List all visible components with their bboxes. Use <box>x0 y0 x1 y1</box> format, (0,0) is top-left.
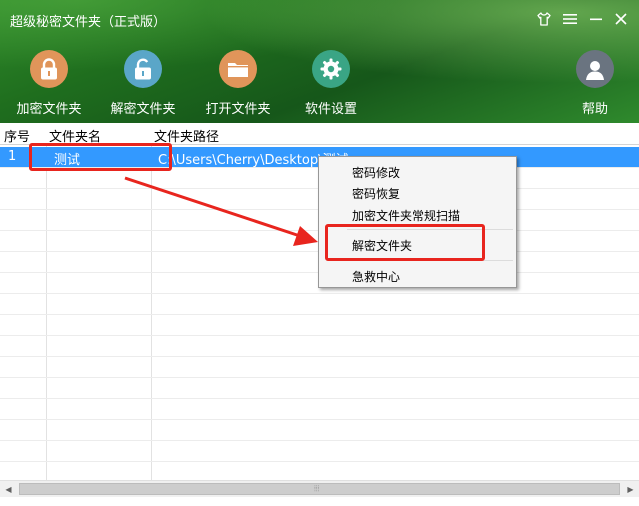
menu-item-change-password[interactable]: 密码修改 <box>352 164 400 181</box>
highlight-box-decrypt-item <box>325 224 485 261</box>
menu-item-routine-scan[interactable]: 加密文件夹常规扫描 <box>352 207 460 224</box>
menu-item-rescue-center[interactable]: 急救中心 <box>352 268 400 285</box>
scroll-right-icon[interactable]: ▶ <box>622 481 639 497</box>
grip-icon: ⦙⦙⦙ <box>314 484 320 493</box>
highlight-box-folder-name <box>29 143 172 171</box>
horizontal-scrollbar[interactable]: ◀ ⦙⦙⦙ ▶ <box>0 480 639 497</box>
scroll-left-icon[interactable]: ◀ <box>0 481 17 497</box>
scrollbar-thumb[interactable]: ⦙⦙⦙ <box>19 483 620 495</box>
context-menu: 密码修改 密码恢复 加密文件夹常规扫描 解密文件夹 急救中心 <box>318 156 517 288</box>
status-strip <box>0 497 639 506</box>
menu-item-recover-password[interactable]: 密码恢复 <box>352 185 400 202</box>
